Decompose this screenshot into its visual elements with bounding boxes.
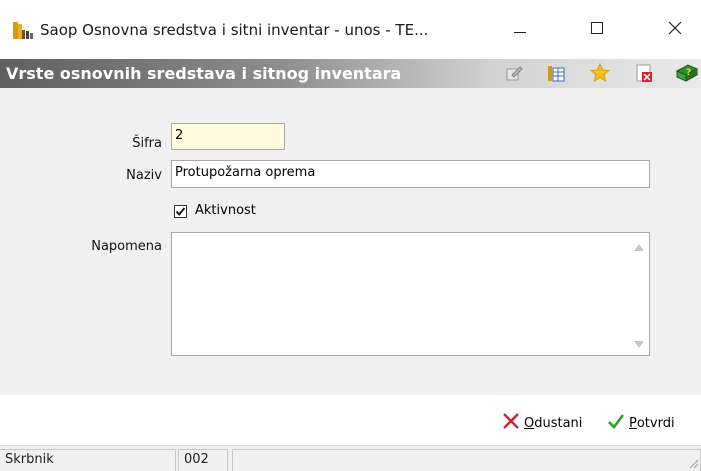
books-icon <box>12 20 34 40</box>
minimize-button[interactable] <box>497 12 543 48</box>
memo-scrollbar[interactable] <box>629 233 649 355</box>
checkmark-icon <box>607 412 629 434</box>
cancel-accelerator: O <box>524 415 535 431</box>
scroll-down-icon[interactable] <box>633 339 645 349</box>
cancel-label: dustani <box>534 415 583 431</box>
close-icon <box>668 21 682 39</box>
confirm-label: otvrdi <box>636 415 675 431</box>
window-titlebar: Saop Osnovna sredstva i sitni inventar -… <box>0 0 701 59</box>
help-book-icon[interactable]: ? <box>675 63 699 83</box>
form-header: Vrste osnovnih sredstava i sitnog invent… <box>0 59 701 88</box>
x-icon <box>502 412 524 434</box>
napomena-textarea[interactable] <box>171 232 650 356</box>
naziv-label: Naziv <box>126 168 162 183</box>
edit-icon[interactable] <box>504 63 524 83</box>
aktivnost-label: Aktivnost <box>195 203 256 218</box>
delete-icon[interactable] <box>634 63 654 83</box>
sifra-label: Šifra <box>132 136 162 151</box>
naziv-field[interactable]: Protupožarna oprema <box>171 160 650 188</box>
resize-grip-icon[interactable] <box>687 457 699 469</box>
aktivnost-checkbox[interactable] <box>174 204 187 218</box>
cancel-button[interactable]: Odustani <box>502 413 582 433</box>
napomena-label: Napomena <box>91 239 162 254</box>
status-code: 002 <box>178 449 228 471</box>
window-title: Saop Osnovna sredstva i sitni inventar -… <box>40 21 429 39</box>
maximize-button[interactable] <box>574 12 620 48</box>
minimize-icon <box>514 23 526 38</box>
svg-text:?: ? <box>686 68 691 78</box>
star-icon[interactable] <box>589 62 611 83</box>
close-button[interactable] <box>652 12 698 48</box>
statusbar: Skrbnik 002 <box>0 445 701 471</box>
sifra-field[interactable]: 2 <box>171 123 285 150</box>
maximize-icon <box>591 22 603 38</box>
confirm-button[interactable]: Potvrdi <box>607 413 675 433</box>
status-panel <box>232 449 701 471</box>
grid-icon[interactable] <box>546 63 566 83</box>
status-user: Skrbnik <box>0 449 176 471</box>
aktivnost-checkbox-row[interactable]: Aktivnost <box>174 203 256 219</box>
form-title: Vrste osnovnih sredstava i sitnog invent… <box>6 64 402 83</box>
confirm-accelerator: P <box>629 415 637 431</box>
scroll-up-icon[interactable] <box>633 241 645 251</box>
